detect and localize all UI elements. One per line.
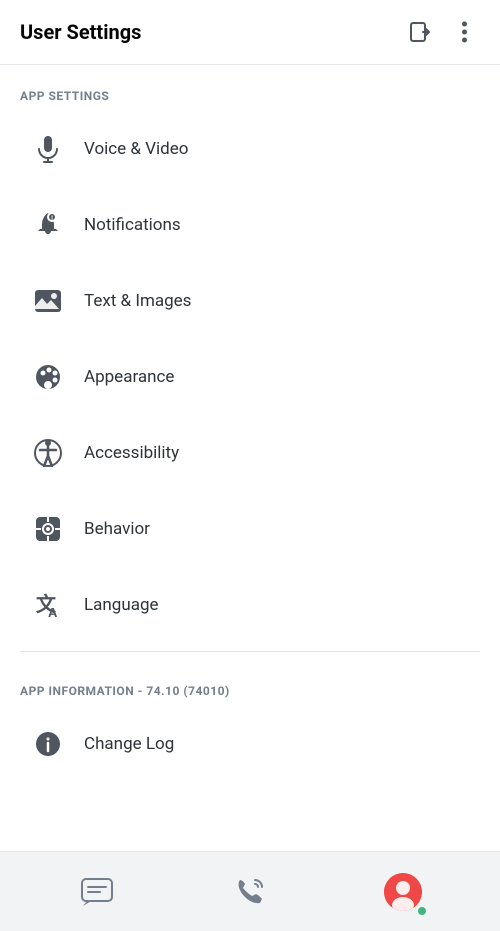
bell-icon: !	[28, 205, 68, 245]
sidebar-item-notifications[interactable]: ! Notifications	[8, 187, 492, 263]
calls-icon	[235, 877, 265, 907]
accessibility-label: Accessibility	[84, 443, 179, 463]
app-settings-label: APP SETTINGS	[0, 65, 500, 111]
sidebar-item-behavior[interactable]: Behavior	[8, 491, 492, 567]
language-icon: 文 A	[28, 585, 68, 625]
accessibility-icon	[28, 433, 68, 473]
language-label: Language	[84, 595, 159, 615]
app-settings-section: APP SETTINGS Voice & Video ! Notificatio…	[0, 65, 500, 643]
profile-avatar	[384, 873, 422, 911]
sidebar-item-appearance[interactable]: Appearance	[8, 339, 492, 415]
nav-calls[interactable]	[225, 867, 275, 917]
appearance-label: Appearance	[84, 367, 174, 387]
svg-text:A: A	[48, 605, 58, 619]
sidebar-item-text-images[interactable]: Text & Images	[8, 263, 492, 339]
bottom-navigation	[0, 851, 500, 931]
voice-video-label: Voice & Video	[84, 139, 188, 159]
online-status-dot	[416, 905, 428, 917]
sidebar-item-change-log[interactable]: Change Log	[8, 706, 492, 782]
page-title: User Settings	[20, 20, 141, 44]
behavior-icon	[28, 509, 68, 549]
change-log-label: Change Log	[84, 734, 174, 754]
app-info-label: APP INFORMATION - 74.10 (74010)	[0, 660, 500, 706]
login-icon[interactable]	[404, 16, 436, 48]
header: User Settings	[0, 0, 500, 65]
notifications-label: Notifications	[84, 215, 181, 235]
text-images-label: Text & Images	[84, 291, 191, 311]
microphone-icon	[28, 129, 68, 169]
sidebar-item-language[interactable]: 文 A Language	[8, 567, 492, 643]
image-icon	[28, 281, 68, 321]
app-info-section: APP INFORMATION - 74.10 (74010) Change L…	[0, 660, 500, 782]
sidebar-item-voice-video[interactable]: Voice & Video	[8, 111, 492, 187]
header-actions	[404, 16, 480, 48]
nav-chat[interactable]	[72, 867, 122, 917]
palette-icon	[28, 357, 68, 397]
section-divider	[20, 651, 480, 652]
sidebar-item-accessibility[interactable]: Accessibility	[8, 415, 492, 491]
more-options-icon[interactable]	[448, 16, 480, 48]
behavior-label: Behavior	[84, 519, 150, 539]
info-icon	[28, 724, 68, 764]
chat-icon	[81, 878, 113, 906]
nav-profile[interactable]	[378, 867, 428, 917]
